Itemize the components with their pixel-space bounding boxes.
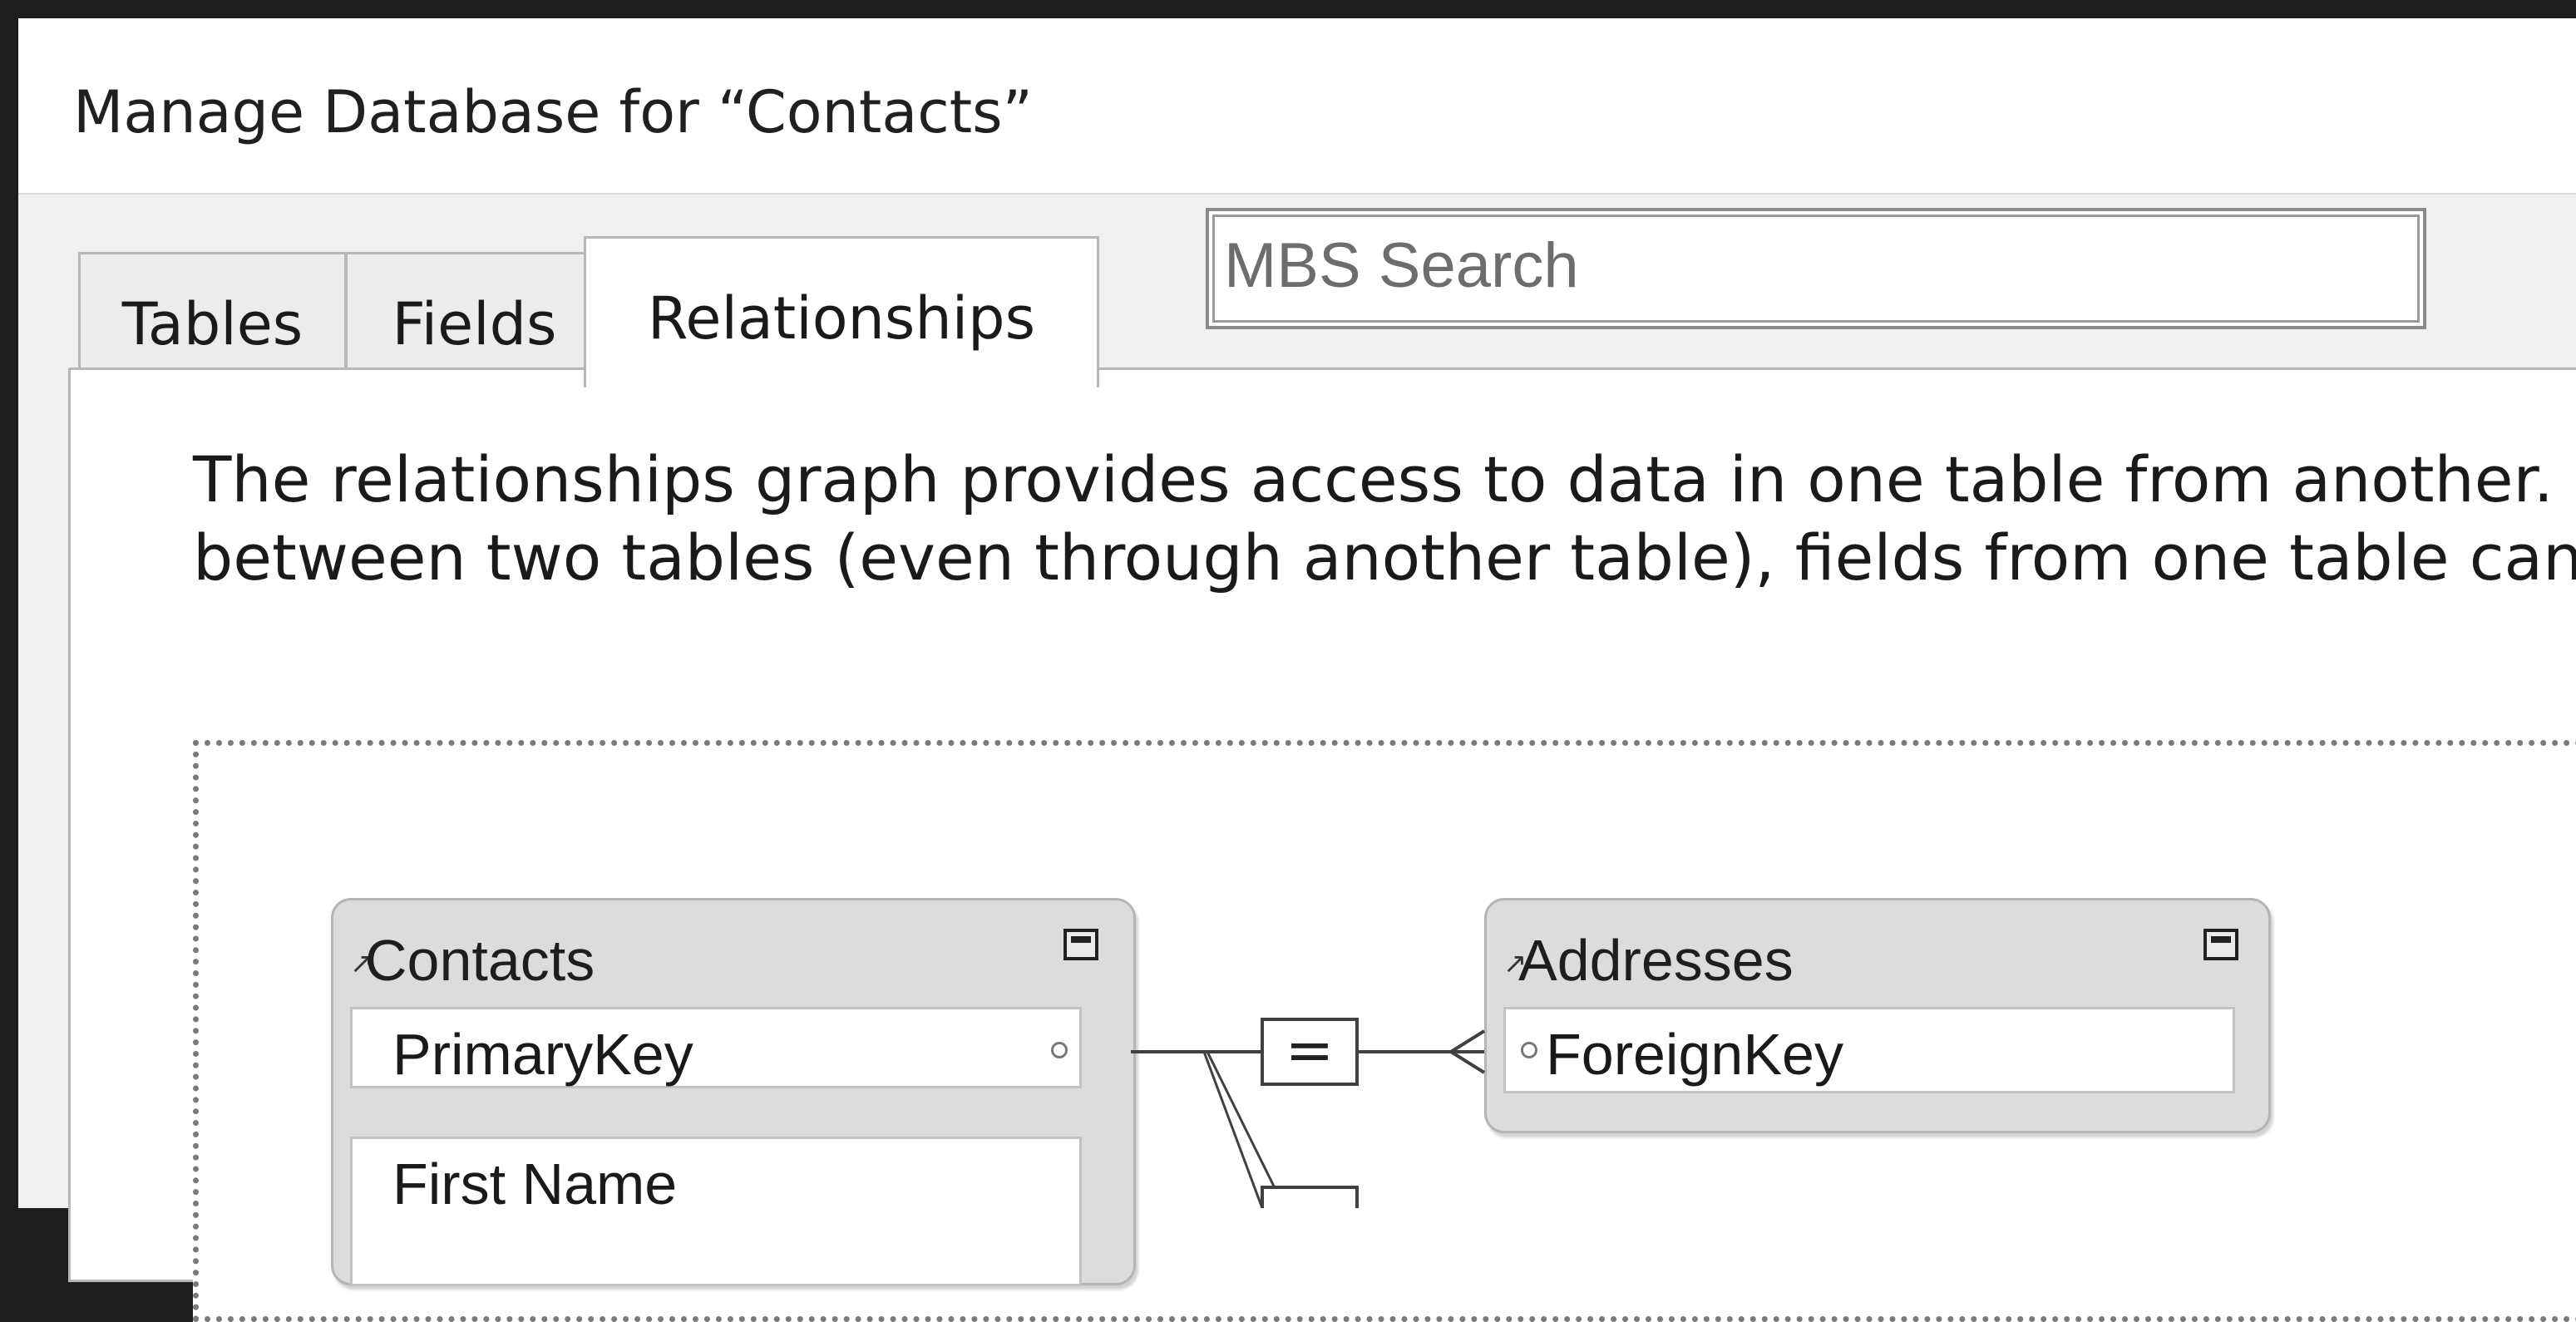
table-occurrence-contacts[interactable]: ↗ Contacts PrimaryKey First Name — [331, 898, 1136, 1286]
collapse-icon[interactable] — [1063, 929, 1098, 960]
field-name: First Name — [392, 1152, 678, 1216]
tab-fields[interactable]: Fields — [345, 252, 604, 373]
table-name-addresses: Addresses — [1518, 928, 1794, 993]
field-first-name[interactable]: First Name — [350, 1137, 1082, 1286]
search-placeholder: MBS Search — [1224, 230, 1579, 301]
tab-relationships-label: Relationships — [647, 284, 1036, 353]
table-name-contacts: Contacts — [365, 928, 595, 993]
mbs-search-input[interactable]: MBS Search — [1206, 208, 2426, 329]
collapse-icon[interactable] — [2203, 929, 2238, 960]
title-bar: Manage Database for “Contacts” — [18, 18, 2576, 195]
table-occurrence-addresses[interactable]: ↗ Addresses ForeignKey — [1484, 898, 2271, 1133]
field-foreignkey[interactable]: ForeignKey — [1503, 1007, 2235, 1093]
field-name: PrimaryKey — [392, 1022, 693, 1087]
tab-tables-label: Tables — [121, 290, 303, 358]
key-dot-icon — [1051, 1042, 1068, 1058]
key-dot-icon — [1521, 1042, 1537, 1058]
field-name: ForeignKey — [1546, 1022, 1843, 1087]
tab-fields-label: Fields — [392, 290, 557, 358]
tab-relationships[interactable]: Relationships — [584, 236, 1099, 387]
description-line-1: The relationships graph provides access … — [193, 442, 2576, 516]
field-primarykey[interactable]: PrimaryKey — [350, 1007, 1082, 1088]
dialog-title: Manage Database for “Contacts” — [73, 78, 1033, 146]
relationships-description: The relationships graph provides access … — [193, 441, 2576, 597]
tab-tables[interactable]: Tables — [78, 252, 347, 373]
description-line-2: between two tables (even through another… — [193, 520, 2576, 594]
